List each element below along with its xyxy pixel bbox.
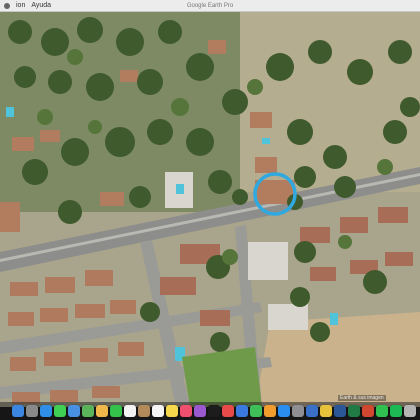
trash-icon[interactable] bbox=[404, 405, 416, 417]
menu-item-ion[interactable]: ion bbox=[16, 2, 25, 9]
keynote-icon[interactable] bbox=[236, 405, 248, 417]
music-icon[interactable] bbox=[180, 405, 192, 417]
whatsapp-icon[interactable] bbox=[376, 405, 388, 417]
news-icon[interactable] bbox=[222, 405, 234, 417]
dock bbox=[0, 402, 420, 420]
safari-icon[interactable] bbox=[40, 405, 52, 417]
satellite-imagery bbox=[0, 12, 420, 407]
contacts-icon[interactable] bbox=[138, 405, 150, 417]
photos-icon[interactable] bbox=[96, 405, 108, 417]
app-store-icon[interactable] bbox=[278, 405, 290, 417]
facetime-icon[interactable] bbox=[110, 405, 122, 417]
messages-icon[interactable] bbox=[54, 405, 66, 417]
apple-menu-icon[interactable] bbox=[4, 2, 10, 9]
numbers-icon[interactable] bbox=[250, 405, 262, 417]
maps-icon[interactable] bbox=[82, 405, 94, 417]
google-earth-icon[interactable] bbox=[306, 405, 318, 417]
reminders-icon[interactable] bbox=[152, 405, 164, 417]
tv-icon[interactable] bbox=[208, 405, 220, 417]
menu-bar: ion Ayuda Google Earth Pro bbox=[0, 0, 420, 12]
word-icon[interactable] bbox=[334, 405, 346, 417]
chrome-icon[interactable] bbox=[320, 405, 332, 417]
park-area bbox=[182, 347, 262, 407]
imagery-attribution: Earth & sus imagen bbox=[338, 395, 386, 401]
pages-icon[interactable] bbox=[264, 405, 276, 417]
finder-icon[interactable] bbox=[12, 405, 24, 417]
podcasts-icon[interactable] bbox=[194, 405, 206, 417]
powerpoint-icon[interactable] bbox=[362, 405, 374, 417]
menu-item-ayuda[interactable]: Ayuda bbox=[31, 2, 51, 9]
spotify-icon[interactable] bbox=[390, 405, 402, 417]
calendar-icon[interactable] bbox=[124, 405, 136, 417]
satellite-map-view[interactable] bbox=[0, 12, 420, 407]
system-preferences-icon[interactable] bbox=[292, 405, 304, 417]
launchpad-icon[interactable] bbox=[26, 405, 38, 417]
notes-icon[interactable] bbox=[166, 405, 178, 417]
excel-icon[interactable] bbox=[348, 405, 360, 417]
mail-icon[interactable] bbox=[68, 405, 80, 417]
window-title: Google Earth Pro bbox=[186, 2, 234, 9]
